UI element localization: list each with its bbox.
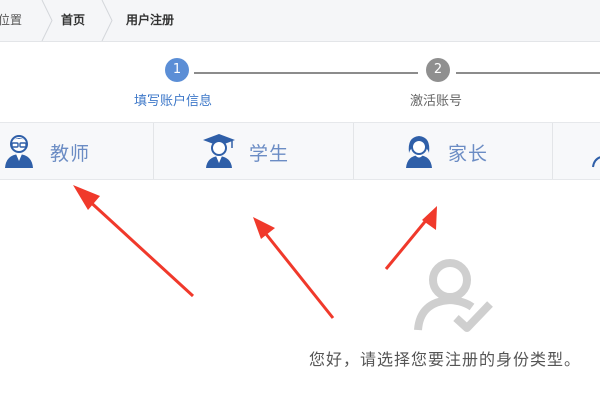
- step-2-indicator: 2: [426, 58, 450, 82]
- step-connector: [456, 72, 600, 74]
- role-tab-label: 家长: [448, 143, 489, 165]
- role-tab-parent[interactable]: 家长: [354, 123, 552, 179]
- user-check-icon: [414, 259, 493, 332]
- registration-hint-text: 您好，请选择您要注册的身份类型。: [309, 350, 582, 369]
- role-tab-bar: 教师 学生 家长: [0, 122, 600, 180]
- role-tab-teacher[interactable]: 教师: [0, 123, 153, 179]
- breadcrumb-separator-icon: [101, 0, 113, 41]
- breadcrumb-separator-icon: [41, 0, 53, 41]
- breadcrumb: 位置 首页 用户注册: [0, 0, 600, 42]
- annotation-arrow-student: [253, 217, 335, 319]
- step-1-label: 填写账户信息: [134, 94, 213, 109]
- student-icon: [203, 134, 235, 168]
- annotation-arrow-teacher: [73, 185, 195, 298]
- step-1-indicator: 1: [165, 58, 189, 82]
- step-connector: [194, 72, 418, 74]
- role-tab-partial[interactable]: [553, 123, 600, 179]
- step-2-label: 激活账号: [410, 94, 463, 109]
- role-tab-label: 学生: [249, 143, 290, 165]
- breadcrumb-current: 用户注册: [126, 13, 175, 27]
- role-tab-student[interactable]: 学生: [154, 123, 353, 179]
- partial-user-icon: [592, 156, 600, 168]
- teacher-icon: [5, 135, 33, 168]
- breadcrumb-location-label: 位置: [0, 13, 23, 27]
- parent-icon: [406, 136, 432, 168]
- breadcrumb-home-link[interactable]: 首页: [61, 0, 85, 41]
- annotation-arrows: [73, 185, 437, 319]
- role-tab-label: 教师: [50, 143, 91, 165]
